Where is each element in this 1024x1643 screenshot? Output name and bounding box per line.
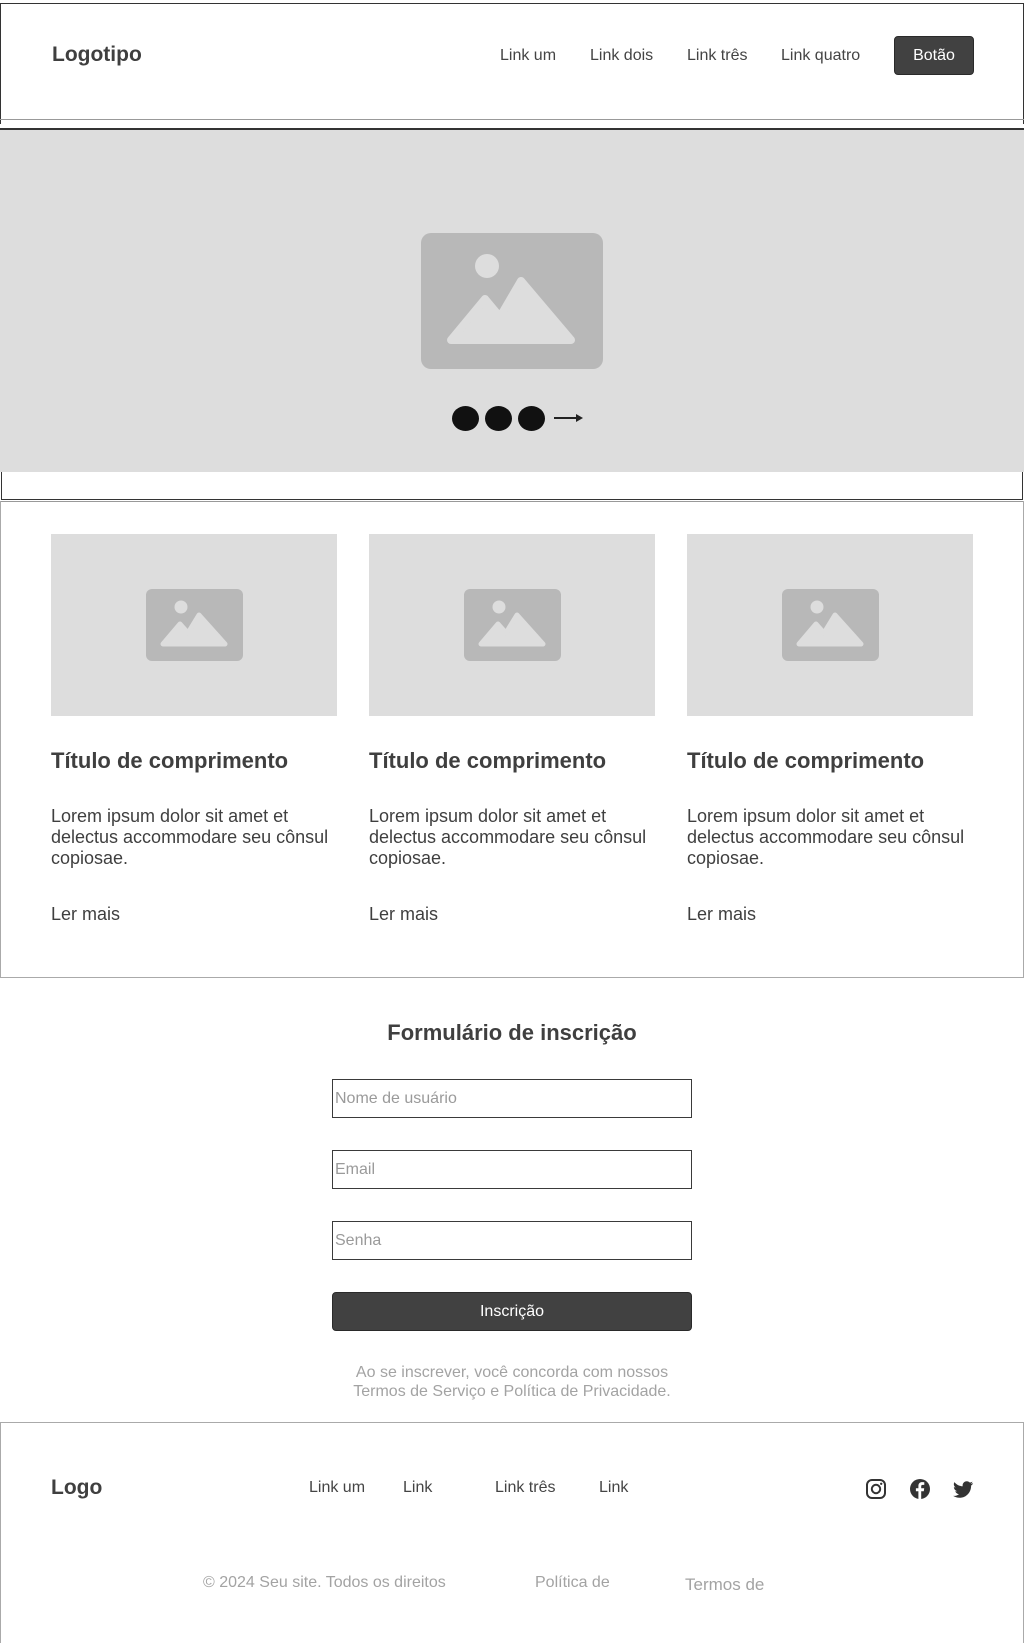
image-placeholder-icon: [464, 589, 561, 661]
nav-link-tres[interactable]: Link três: [687, 47, 747, 65]
header-logo[interactable]: Logotipo: [52, 43, 142, 67]
signup-terms-note: Ao se inscrever, você concorda com nosso…: [0, 1363, 1024, 1401]
signup-form-title: Formulário de inscrição: [387, 1020, 637, 1045]
footer-link-quatro[interactable]: Link: [599, 1479, 628, 1497]
site-header: Logotipo Link um Link dois Link três Lin…: [0, 3, 1024, 124]
card-title: Título de comprimento: [51, 748, 289, 773]
card-1: Título de comprimento Lorem ipsum dolor …: [51, 534, 337, 924]
card-read-more-link[interactable]: Ler mais: [369, 904, 438, 925]
card-title: Título de comprimento: [369, 748, 607, 773]
card-description: Lorem ipsum dolor sit amet et delectus a…: [687, 806, 965, 868]
password-field[interactable]: [332, 1221, 692, 1260]
card-description: Lorem ipsum dolor sit amet et delectus a…: [369, 806, 647, 868]
carousel-controls: [452, 403, 584, 433]
hero-image-placeholder: [421, 233, 603, 369]
terms-note-line-2[interactable]: Termos de Serviço e Política de Privacid…: [0, 1382, 1024, 1401]
facebook-icon[interactable]: [909, 1478, 931, 1500]
header-cta-button[interactable]: Botão: [894, 36, 974, 75]
email-field[interactable]: [332, 1150, 692, 1189]
footer-privacy-link[interactable]: Política de: [535, 1574, 610, 1592]
instagram-icon[interactable]: [865, 1478, 887, 1500]
carousel-dot-2[interactable]: [485, 405, 512, 431]
card-image-placeholder: [51, 534, 337, 716]
cards-section: Título de comprimento Lorem ipsum dolor …: [0, 501, 1024, 978]
footer-link-um[interactable]: Link um: [309, 1479, 365, 1497]
card-read-more-link[interactable]: Ler mais: [687, 904, 756, 925]
image-placeholder-icon: [146, 589, 243, 661]
signup-submit-button[interactable]: Inscrição: [332, 1292, 692, 1331]
card-3: Título de comprimento Lorem ipsum dolor …: [687, 534, 973, 924]
footer-link-tres[interactable]: Link três: [495, 1479, 555, 1497]
image-placeholder-icon: [447, 254, 575, 344]
card-read-more-link[interactable]: Ler mais: [51, 904, 120, 925]
card-description: Lorem ipsum dolor sit amet et delectus a…: [51, 806, 329, 868]
site-footer: Logo Link um Link Link três Link © 2024 …: [0, 1422, 1024, 1643]
hero-frame-border: [1, 472, 1023, 500]
header-divider: [0, 119, 1024, 120]
nav-link-quatro[interactable]: Link quatro: [781, 47, 860, 65]
arrow-right-icon[interactable]: [554, 411, 584, 425]
footer-terms-link[interactable]: Termos de: [685, 1575, 764, 1595]
footer-logo[interactable]: Logo: [51, 1476, 102, 1500]
hero-carousel: [0, 130, 1024, 472]
footer-link-dois[interactable]: Link: [403, 1479, 432, 1497]
card-image-placeholder: [369, 534, 655, 716]
carousel-dot-1[interactable]: [452, 405, 479, 431]
nav-link-dois[interactable]: Link dois: [590, 47, 653, 65]
nav-link-um[interactable]: Link um: [500, 47, 556, 65]
image-placeholder-icon: [782, 589, 879, 661]
username-field[interactable]: [332, 1079, 692, 1118]
footer-copyright: © 2024 Seu site. Todos os direitos: [203, 1574, 446, 1591]
card-image-placeholder: [687, 534, 973, 716]
terms-note-line-1: Ao se inscrever, você concorda com nosso…: [355, 1364, 669, 1381]
twitter-icon[interactable]: [952, 1478, 974, 1500]
carousel-dot-3[interactable]: [518, 405, 545, 431]
card-title: Título de comprimento: [687, 748, 925, 773]
card-2: Título de comprimento Lorem ipsum dolor …: [369, 534, 655, 924]
